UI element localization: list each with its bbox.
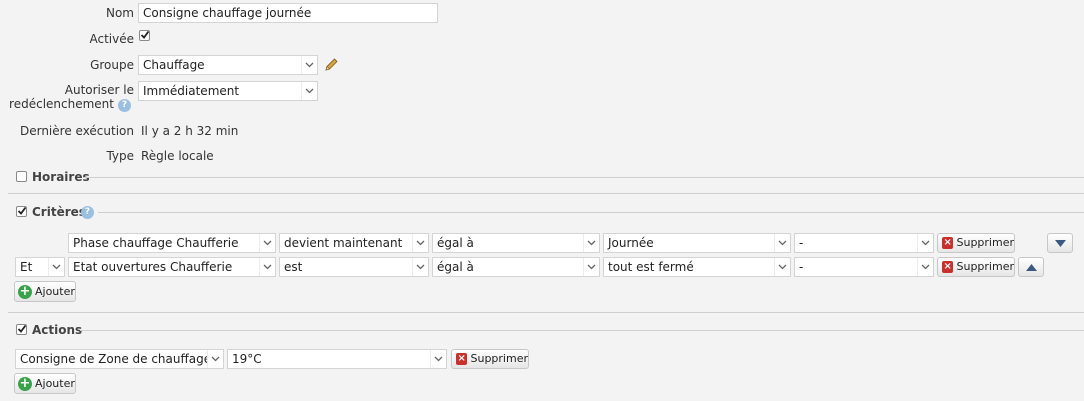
criterion-1-delete-button[interactable]: × Supprimer [937, 233, 1015, 253]
criterion-2-event-value: est [284, 260, 303, 274]
action-value-select[interactable]: 19°C [227, 349, 447, 369]
check-icon [140, 30, 150, 39]
criterion-2-connector-value: Et [20, 260, 33, 274]
criterion-1-device-select[interactable]: Phase chauffage Chaufferie [68, 233, 276, 253]
retrigger-label-line1: Autoriser le [64, 83, 134, 97]
delete-icon: × [942, 261, 954, 273]
action-value-value: 19°C [232, 352, 262, 366]
criteria-help-icon[interactable]: ? [81, 206, 94, 219]
check-icon [17, 324, 27, 333]
retrigger-label-line2: redéclenchement [9, 97, 114, 111]
chevron-down-icon [583, 234, 599, 252]
chevron-down-icon [774, 234, 790, 252]
section-separator [8, 193, 1084, 194]
action-delete-label: Supprimer [470, 352, 528, 365]
chevron-down-icon [259, 234, 275, 252]
chevron-down-icon [917, 258, 933, 276]
criteria-checkbox[interactable] [16, 206, 27, 217]
chevron-down-icon [301, 82, 317, 100]
criterion-2-value-select[interactable]: tout est fermé [603, 257, 791, 277]
criterion-1-value-value: Journée [608, 236, 654, 250]
criteria-add-label: Ajouter [35, 284, 75, 298]
chevron-down-icon [412, 234, 428, 252]
criterion-2-extra-value: - [799, 260, 804, 274]
criterion-1-event-value: devient maintenant [284, 236, 403, 250]
group-select[interactable]: Chauffage [138, 55, 318, 75]
type-label: Type [106, 149, 134, 163]
criterion-2-device-select[interactable]: Etat ouvertures Chaufferie [68, 257, 276, 277]
section-separator [8, 312, 1084, 313]
criterion-2-device-value: Etat ouvertures Chaufferie [73, 260, 233, 274]
enabled-checkbox[interactable] [139, 30, 150, 41]
criterion-2-connector-select[interactable]: Et [15, 257, 65, 277]
triangle-down-icon [1054, 239, 1066, 247]
criterion-2-extra-select[interactable]: - [794, 257, 934, 277]
chevron-down-icon [774, 258, 790, 276]
schedules-checkbox[interactable] [16, 171, 27, 182]
triangle-up-icon [1025, 263, 1037, 271]
chevron-down-icon [917, 234, 933, 252]
criterion-2-event-select[interactable]: est [279, 257, 429, 277]
criterion-1-event-select[interactable]: devient maintenant [279, 233, 429, 253]
retrigger-help-icon[interactable]: ? [118, 99, 131, 112]
move-up-button[interactable] [1018, 257, 1044, 277]
actions-checkbox[interactable] [16, 324, 27, 335]
last-run-value: Il y a 2 h 32 min [141, 124, 239, 138]
actions-add-button[interactable]: + Ajouter [14, 373, 76, 394]
criterion-2-value-value: tout est fermé [608, 260, 694, 274]
schedules-divider [84, 177, 1084, 178]
criterion-1-operator-select[interactable]: égal à [432, 233, 600, 253]
chevron-down-icon [583, 258, 599, 276]
criteria-add-button[interactable]: + Ajouter [14, 281, 76, 302]
actions-section-title: Actions [32, 323, 83, 337]
name-input[interactable]: Consigne chauffage journée [138, 3, 438, 23]
criteria-section-title: Critères [32, 205, 86, 219]
criterion-2-operator-select[interactable]: égal à [432, 257, 600, 277]
criterion-1-extra-select[interactable]: - [794, 233, 934, 253]
chevron-down-icon [412, 258, 428, 276]
chevron-down-icon [259, 258, 275, 276]
move-down-button[interactable] [1047, 233, 1073, 253]
criterion-2-delete-label: Supprimer [956, 260, 1014, 273]
check-icon [17, 206, 27, 215]
last-run-label: Dernière exécution [19, 124, 134, 138]
delete-icon: × [942, 237, 954, 249]
criterion-2-operator-value: égal à [437, 260, 474, 274]
chevron-down-icon [301, 56, 317, 74]
criterion-1-delete-label: Supprimer [956, 236, 1014, 249]
plus-icon: + [18, 283, 32, 299]
enabled-label: Activée [89, 32, 134, 46]
action-target-select[interactable]: Consigne de Zone de chauffage Ch [15, 349, 224, 369]
retrigger-select[interactable]: Immédiatement [138, 81, 318, 101]
group-label: Groupe [90, 58, 134, 72]
plus-icon: + [18, 375, 32, 391]
retrigger-select-value: Immédiatement [143, 84, 240, 98]
criterion-1-extra-value: - [799, 236, 804, 250]
chevron-down-icon [207, 350, 223, 368]
criterion-1-value-select[interactable]: Journée [603, 233, 791, 253]
criteria-divider [98, 212, 1084, 213]
action-target-value: Consigne de Zone de chauffage Ch [20, 352, 224, 366]
criterion-2-delete-button[interactable]: × Supprimer [937, 257, 1015, 277]
criterion-1-operator-value: égal à [437, 236, 474, 250]
action-delete-button[interactable]: × Supprimer [451, 349, 529, 369]
edit-pencil-icon[interactable] [323, 57, 339, 73]
delete-icon: × [456, 353, 468, 365]
criterion-1-device-value: Phase chauffage Chaufferie [73, 236, 239, 250]
type-value: Règle locale [141, 149, 214, 163]
actions-divider [80, 330, 1084, 331]
name-label: Nom [105, 6, 134, 20]
chevron-down-icon [430, 350, 446, 368]
actions-add-label: Ajouter [35, 376, 75, 390]
chevron-down-icon [48, 258, 64, 276]
schedules-section-title: Horaires [32, 170, 90, 184]
group-select-value: Chauffage [143, 58, 205, 72]
